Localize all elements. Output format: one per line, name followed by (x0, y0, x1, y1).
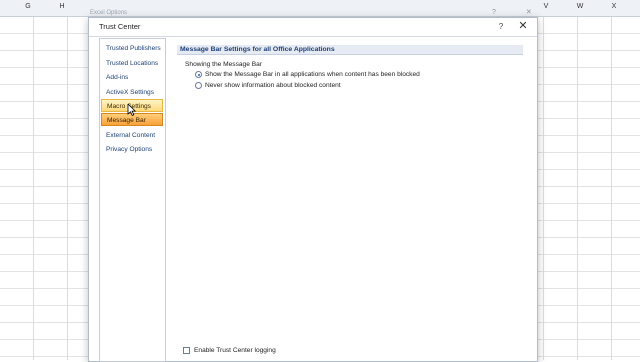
message-bar-settings-panel: Message Bar Settings for all Office Appl… (167, 38, 529, 360)
help-button[interactable]: ? (495, 20, 507, 33)
nav-item-privacy-options[interactable]: Privacy Options (101, 143, 163, 156)
column-header-w[interactable]: W (563, 3, 597, 10)
radio-option-label: Show the Message Bar in all applications… (205, 71, 420, 78)
radio-unselected-icon[interactable] (195, 82, 202, 89)
nav-item-external-content[interactable]: External Content (101, 129, 163, 142)
excel-options-ghost-buttons: ? ✕ (492, 9, 546, 16)
mouse-cursor-icon (127, 104, 137, 116)
checkbox-icon[interactable] (183, 347, 190, 354)
column-header-h[interactable]: H (45, 3, 79, 10)
radio-option-label: Never show information about blocked con… (205, 82, 341, 89)
checkbox-label: Enable Trust Center logging (194, 347, 276, 354)
column-header-g[interactable]: G (11, 3, 45, 10)
trust-center-dialog: Trust Center ? ✕ Trusted Publishers Trus… (88, 17, 538, 362)
nav-item-trusted-locations[interactable]: Trusted Locations (101, 57, 163, 70)
excel-options-ghost-title: Excel Options (90, 10, 128, 16)
column-header-x[interactable]: X (597, 3, 631, 10)
radio-selected-icon[interactable] (195, 71, 202, 78)
group-label: Showing the Message Bar (185, 61, 262, 68)
trust-center-nav: Trusted Publishers Trusted Locations Add… (99, 38, 166, 362)
dialog-title: Trust Center (99, 22, 141, 31)
dialog-titlebar[interactable]: Trust Center ? ✕ (89, 18, 537, 37)
nav-item-activex-settings[interactable]: ActiveX Settings (101, 86, 163, 99)
section-header: Message Bar Settings for all Office Appl… (177, 45, 523, 55)
close-button[interactable]: ✕ (516, 19, 530, 33)
nav-item-add-ins[interactable]: Add-ins (101, 71, 163, 84)
nav-item-trusted-publishers[interactable]: Trusted Publishers (101, 42, 163, 55)
